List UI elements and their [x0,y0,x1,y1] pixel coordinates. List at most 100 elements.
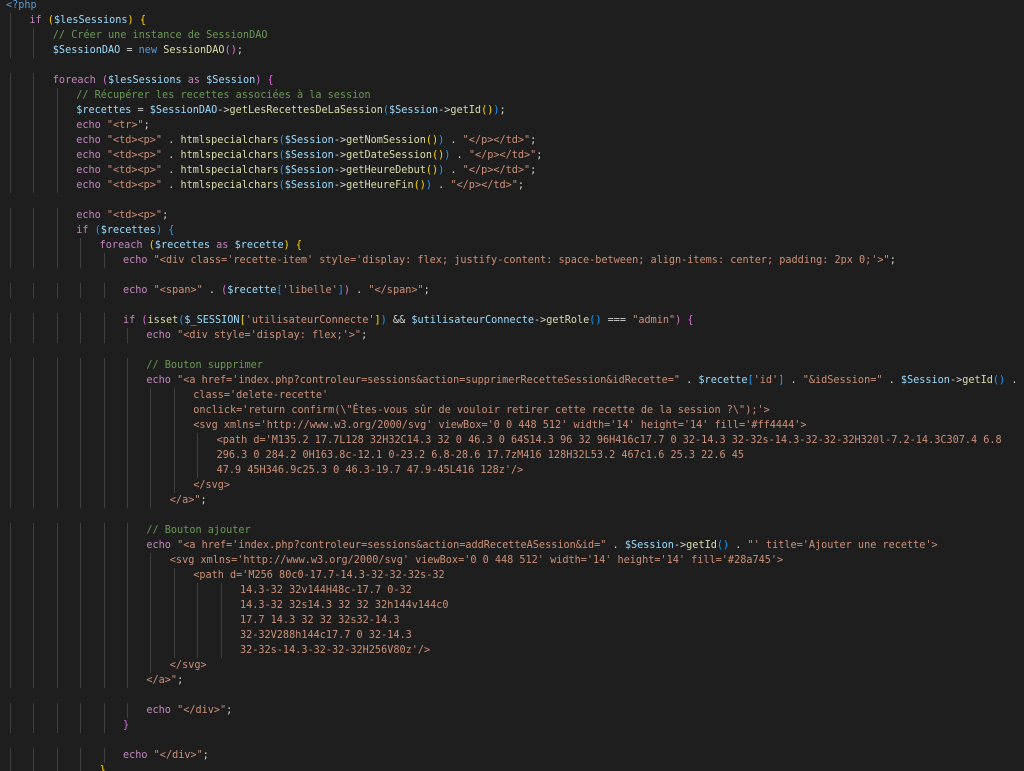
code-line[interactable]: // Bouton supprimer [0,358,1024,373]
code-token: echo [146,705,178,716]
code-line[interactable]: <?php [0,0,1024,13]
code-line[interactable] [0,343,1024,358]
code-line[interactable]: <svg xmlns='http://www.w3.org/2000/svg' … [0,418,1024,433]
code-line[interactable]: echo "<td><p>" . htmlspecialchars($Sessi… [0,133,1024,148]
indent-guide [127,598,128,613]
code-line[interactable] [0,688,1024,703]
code-line[interactable]: } [0,718,1024,733]
code-line[interactable]: <svg xmlns='http://www.w3.org/2000/svg' … [0,553,1024,568]
indent-guide [10,478,11,493]
code-line[interactable] [0,193,1024,208]
indent-guide [127,523,128,538]
code-token: { [687,315,694,326]
code-line[interactable]: 14.3-32 32s14.3 32 32 32h144v144c0 [0,598,1024,613]
code-token: { [139,15,146,26]
code-token: ; [499,105,506,116]
code-line[interactable]: </svg> [0,478,1024,493]
code-token: getHeureDebut [346,165,426,176]
code-line[interactable] [0,733,1024,748]
indent-guide [127,328,128,343]
code-token: () [425,165,439,176]
indent-guide [103,388,105,403]
code-line[interactable] [0,508,1024,523]
indent-guide [150,598,152,613]
code-token: "<a href='index.php?controleur=sessions&… [177,375,681,386]
code-line[interactable]: $recettes = $SessionDAO->getLesRecettesD… [0,103,1024,118]
code-line[interactable]: // Créer une instance de SessionDAO [0,28,1024,43]
indent-guide [56,433,58,448]
code-line[interactable]: 47.9 45H346.9c25.3 0 46.3-19.7 47.9-45L4… [0,463,1024,478]
code-line[interactable]: echo "<a href='index.php?controleur=sess… [0,373,1024,388]
code-token: getId [450,105,482,116]
indent-guide [150,568,152,583]
code-line[interactable]: <path d='M135.2 17.7L128 32H32C14.3 32 0… [0,433,1024,448]
code-line[interactable] [0,58,1024,73]
code-line[interactable]: echo "<td><p>" . htmlspecialchars($Sessi… [0,163,1024,178]
indent-guide [33,493,35,508]
code-token: "<div class='recette-item' style='displa… [153,255,890,266]
code-text: foreach ($lesSessions as $Session) { [53,73,274,88]
indent-guide [56,88,58,103]
code-token: echo [146,330,178,341]
code-line[interactable]: echo "<a href='index.php?controleur=sess… [0,538,1024,553]
indent-guide [33,538,35,553]
indent-guide [56,103,58,118]
code-line[interactable]: </a>"; [0,673,1024,688]
indent-guide [56,628,58,643]
code-line[interactable] [0,298,1024,313]
code-line[interactable]: if (isset($_SESSION['utilisateurConnecte… [0,313,1024,328]
code-line[interactable]: // Bouton ajouter [0,523,1024,538]
code-line[interactable]: foreach ($lesSessions as $Session) { [0,73,1024,88]
code-line[interactable]: echo "<div class='recette-item' style='d… [0,253,1024,268]
indent-guide [127,673,128,688]
code-line[interactable] [0,268,1024,283]
indent-guide [80,673,82,688]
indent-guide [56,613,58,628]
indent-guide [150,613,152,628]
code-line[interactable]: echo "<span>" . ($recette['libelle']) . … [0,283,1024,298]
code-token: ; [423,285,430,296]
code-line[interactable]: $SessionDAO = new SessionDAO(); [0,43,1024,58]
indent-guide [33,718,35,733]
code-line[interactable]: echo "<tr>"; [0,118,1024,133]
code-line[interactable]: } [0,763,1024,771]
indent-guide [33,118,35,133]
indent-guide [197,628,199,643]
code-line[interactable]: echo "<td><p>"; [0,208,1024,223]
indent-guide [33,448,35,463]
code-text: <svg xmlns='http://www.w3.org/2000/svg' … [170,553,783,568]
indent-guide [33,583,35,598]
code-line[interactable]: 32-32s-14.3-32-32-32H256V80z'/> [0,643,1024,658]
indent-guide [173,643,175,658]
code-editor[interactable]: <?php if ($lesSessions) {// Créer une ins… [0,0,1024,771]
code-line[interactable]: </a>"; [0,493,1024,508]
code-line[interactable]: class='delete-recette' [0,388,1024,403]
indent-guide [10,208,11,223]
indent-guide [127,658,128,673]
code-line[interactable]: echo "<div style='display: flex;'>"; [0,328,1024,343]
code-line[interactable]: echo "</div>"; [0,748,1024,763]
indent-guide [33,148,35,163]
code-line[interactable]: onclick='return confirm(\"Êtes-vous sûr … [0,403,1024,418]
code-line[interactable]: foreach ($recettes as $recette) { [0,238,1024,253]
code-text: <path d='M135.2 17.7L128 32H32C14.3 32 0… [217,433,1002,448]
indent-guide [10,73,11,88]
indent-guide [103,313,105,328]
code-token: . [444,165,463,176]
code-line[interactable]: if ($lesSessions) { [0,13,1024,28]
code-line[interactable]: <path d='M256 80c0-17.7-14.3-32-32-32s-3… [0,568,1024,583]
code-line[interactable]: 32-32V288h144c17.7 0 32-14.3 [0,628,1024,643]
code-line[interactable]: 17.7 14.3 32 32 32s32-14.3 [0,613,1024,628]
code-line[interactable]: 14.3-32 32v144H48c-17.7 0-32 [0,583,1024,598]
code-line[interactable]: echo "</div>"; [0,703,1024,718]
code-line[interactable]: if ($recettes) { [0,223,1024,238]
code-line[interactable]: echo "<td><p>" . htmlspecialchars($Sessi… [0,148,1024,163]
code-token: ; [226,705,233,716]
indent-guide [80,493,82,508]
code-token: -> [333,150,347,161]
code-line[interactable]: // Récupérer les recettes associées à la… [0,88,1024,103]
code-line[interactable]: </svg> [0,658,1024,673]
indent-guide [80,583,82,598]
code-line[interactable]: 296.3 0 284.2 0H163.8c-12.1 0-23.2 6.8-2… [0,448,1024,463]
code-line[interactable]: echo "<td><p>" . htmlspecialchars($Sessi… [0,178,1024,193]
